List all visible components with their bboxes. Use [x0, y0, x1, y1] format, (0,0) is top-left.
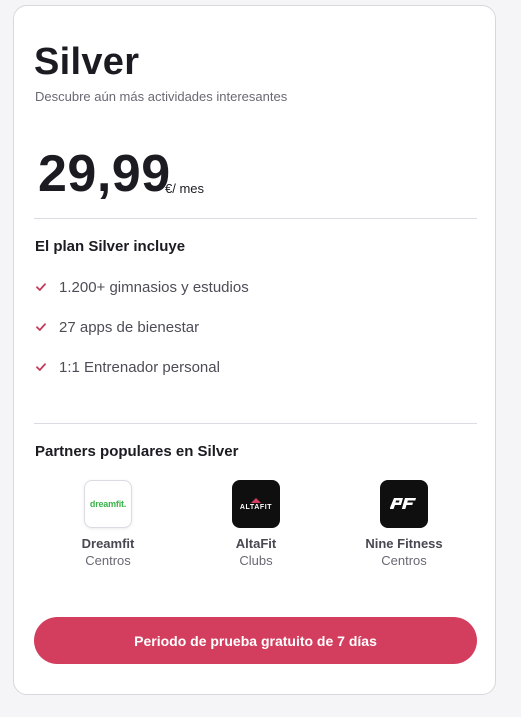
divider: [34, 423, 477, 424]
partner-type: Clubs: [239, 553, 273, 568]
feature-label: 1.200+ gimnasios y estudios: [59, 278, 249, 296]
plan-card: Silver Descubre aún más actividades inte…: [13, 5, 496, 695]
plan-price: 29,99: [38, 145, 171, 203]
partner-dreamfit[interactable]: dreamfit. Dreamfit Centros: [38, 480, 178, 568]
partner-type: Centros: [85, 553, 131, 568]
partner-altafit[interactable]: ALTAFIT AltaFit Clubs: [186, 480, 326, 568]
dreamfit-logo-text: dreamfit.: [89, 499, 127, 509]
divider: [34, 218, 477, 219]
free-trial-button[interactable]: Periodo de prueba gratuito de 7 días: [34, 617, 477, 664]
feature-item: 1.200+ gimnasios y estudios: [35, 277, 249, 297]
check-icon: [36, 283, 46, 291]
dreamfit-logo: dreamfit.: [84, 480, 132, 528]
partner-nine-fitness[interactable]: Nine Fitness Centros: [334, 480, 474, 568]
partners-heading: Partners populares en Silver: [35, 443, 239, 460]
partner-type: Centros: [381, 553, 427, 568]
nine-fitness-logo-mark: [390, 498, 416, 509]
check-icon: [36, 363, 46, 371]
feature-item: 27 apps de bienestar: [35, 317, 199, 337]
check-icon: [36, 323, 46, 331]
partner-name: Dreamfit: [81, 536, 135, 551]
altafit-logo: ALTAFIT: [232, 480, 280, 528]
price-unit: €/ mes: [165, 181, 205, 196]
nine-fitness-logo: [380, 480, 428, 528]
partner-name: AltaFit: [235, 536, 277, 551]
feature-label: 27 apps de bienestar: [59, 318, 200, 336]
feature-item: 1:1 Entrenador personal: [35, 357, 220, 377]
partner-name: Nine Fitness: [365, 536, 443, 551]
plan-title: Silver: [34, 41, 140, 83]
altafit-logo-mark: [251, 497, 261, 503]
altafit-logo-text: ALTAFIT: [239, 503, 273, 511]
feature-label: 1:1 Entrenador personal: [59, 358, 220, 376]
includes-heading: El plan Silver incluye: [35, 238, 186, 255]
plan-subtitle: Descubre aún más actividades interesante…: [35, 89, 288, 104]
